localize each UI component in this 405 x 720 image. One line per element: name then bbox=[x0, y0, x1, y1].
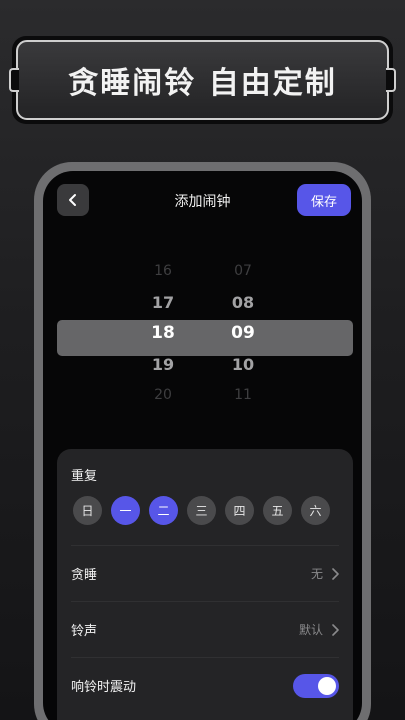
day-fri[interactable]: 五 bbox=[263, 496, 292, 525]
banner-notch-right bbox=[386, 68, 396, 92]
phone-frame: 添加闹钟 保存 16 17 18 19 20 07 08 09 10 11 重复 bbox=[34, 162, 371, 720]
hour-wheel[interactable]: 16 17 18 19 20 bbox=[133, 256, 193, 411]
snooze-row[interactable]: 贪睡 无 bbox=[71, 545, 339, 601]
chevron-right-icon bbox=[332, 567, 339, 580]
hour-option[interactable]: 16 bbox=[133, 256, 193, 287]
minute-option-selected[interactable]: 09 bbox=[213, 318, 273, 349]
minute-option[interactable]: 11 bbox=[213, 380, 273, 411]
toggle-knob bbox=[318, 676, 336, 695]
minute-option[interactable]: 08 bbox=[213, 287, 273, 318]
hour-option[interactable]: 17 bbox=[133, 287, 193, 318]
ringtone-value-group: 默认 bbox=[299, 621, 339, 638]
time-picker[interactable]: 16 17 18 19 20 07 08 09 10 11 bbox=[43, 256, 362, 421]
minute-option[interactable]: 07 bbox=[213, 256, 273, 287]
minute-wheel[interactable]: 07 08 09 10 11 bbox=[213, 256, 273, 411]
minute-option[interactable]: 10 bbox=[213, 349, 273, 380]
snooze-label: 贪睡 bbox=[71, 568, 98, 583]
day-sun[interactable]: 日 bbox=[73, 496, 102, 525]
ringtone-value: 默认 bbox=[298, 623, 323, 637]
day-tue[interactable]: 二 bbox=[149, 496, 178, 525]
promo-banner-text: 贪睡闹铃 自由定制 bbox=[68, 66, 337, 101]
settings-card: 重复 日 一 二 三 四 五 六 贪睡 无 铃声 默认 响铃时震动 bbox=[57, 449, 353, 720]
banner-notch-left bbox=[9, 68, 19, 92]
day-wed[interactable]: 三 bbox=[187, 496, 216, 525]
day-mon[interactable]: 一 bbox=[111, 496, 140, 525]
repeat-days: 日 一 二 三 四 五 六 bbox=[73, 496, 330, 525]
nav-bar: 添加闹钟 保存 bbox=[43, 171, 362, 241]
vibrate-label: 响铃时震动 bbox=[71, 680, 137, 695]
snooze-value-group: 无 bbox=[311, 565, 339, 582]
promo-banner: 贪睡闹铃 自由定制 bbox=[9, 36, 396, 124]
save-button[interactable]: 保存 bbox=[297, 184, 351, 216]
hour-option[interactable]: 20 bbox=[133, 380, 193, 411]
repeat-label: 重复 bbox=[71, 469, 98, 484]
day-thu[interactable]: 四 bbox=[225, 496, 254, 525]
hour-option[interactable]: 19 bbox=[133, 349, 193, 380]
ringtone-label: 铃声 bbox=[71, 624, 98, 639]
phone-screen: 添加闹钟 保存 16 17 18 19 20 07 08 09 10 11 重复 bbox=[43, 171, 362, 720]
ringtone-row[interactable]: 铃声 默认 bbox=[71, 601, 339, 657]
day-sat[interactable]: 六 bbox=[301, 496, 330, 525]
vibrate-row: 响铃时震动 bbox=[71, 657, 339, 713]
snooze-value: 无 bbox=[310, 567, 323, 581]
picker-selection-bar bbox=[57, 320, 353, 356]
hour-option-selected[interactable]: 18 bbox=[133, 318, 193, 349]
chevron-right-icon bbox=[332, 623, 339, 636]
vibrate-toggle[interactable] bbox=[293, 673, 339, 698]
promo-banner-frame: 贪睡闹铃 自由定制 bbox=[9, 40, 396, 120]
